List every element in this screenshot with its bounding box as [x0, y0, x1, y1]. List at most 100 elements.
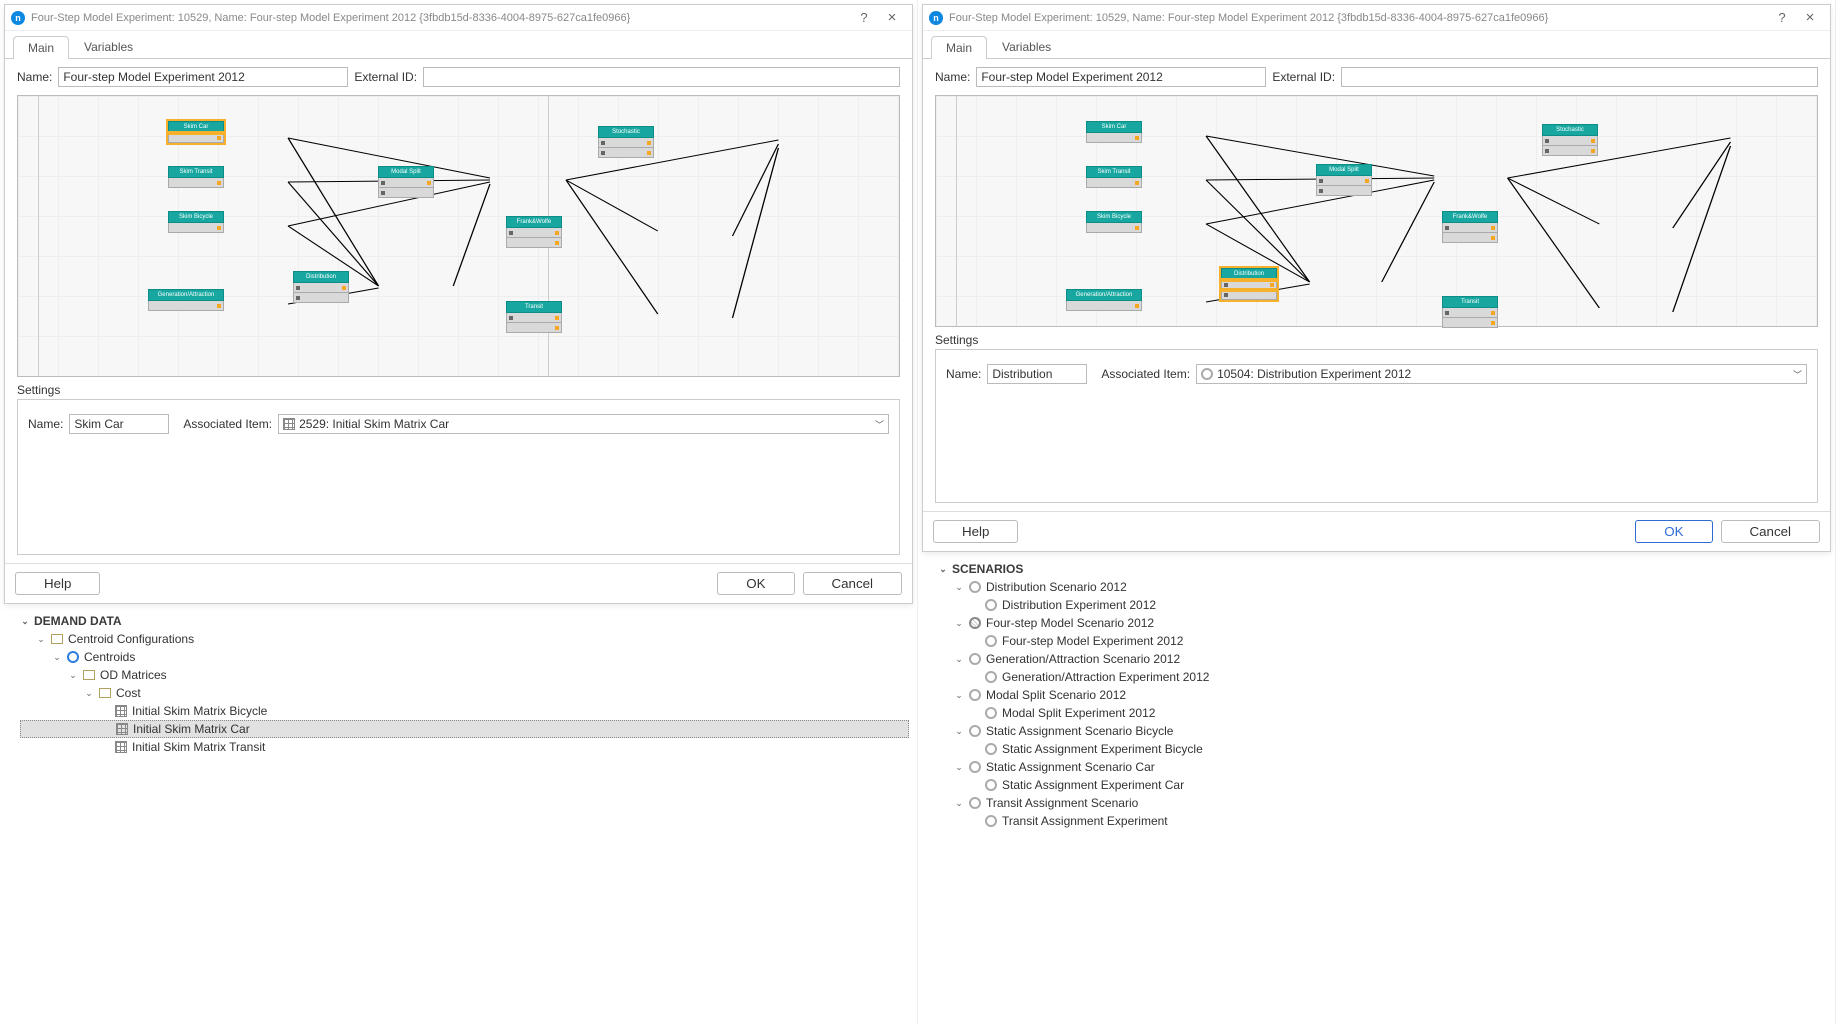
- circle-icon: [969, 689, 981, 701]
- circle-icon: [969, 617, 981, 629]
- circle-icon: [985, 599, 997, 611]
- tree-experiment[interactable]: · Four-step Model Experiment 2012: [938, 632, 1827, 650]
- node-generation[interactable]: Generation/Attraction: [148, 289, 224, 311]
- node-frankwolfe[interactable]: Frank&Wolfe: [1442, 211, 1498, 243]
- tab-variables[interactable]: Variables: [69, 35, 148, 58]
- external-id-label: External ID:: [1272, 70, 1335, 84]
- tree-experiment[interactable]: · Distribution Experiment 2012: [938, 596, 1827, 614]
- node-stochastic[interactable]: Stochastic: [1542, 124, 1598, 156]
- circle-icon: [985, 779, 997, 791]
- tree-experiment[interactable]: · Static Assignment Experiment Car: [938, 776, 1827, 794]
- tree-header-demand-data[interactable]: ⌄ DEMAND DATA: [20, 612, 909, 630]
- folder-icon: [83, 670, 95, 680]
- window-title: Four-Step Model Experiment: 10529, Name:…: [949, 12, 1768, 24]
- titlebar[interactable]: n Four-Step Model Experiment: 10529, Nam…: [923, 5, 1830, 31]
- tab-main[interactable]: Main: [13, 36, 69, 59]
- tree-experiment[interactable]: · Modal Split Experiment 2012: [938, 704, 1827, 722]
- tree-matrix-bicycle[interactable]: · Initial Skim Matrix Bicycle: [20, 702, 909, 720]
- dialog-right: n Four-Step Model Experiment: 10529, Nam…: [922, 4, 1831, 552]
- tree-scenario[interactable]: ⌄ Static Assignment Scenario Bicycle: [938, 722, 1827, 740]
- settings-name-input[interactable]: [987, 364, 1087, 384]
- node-skim-transit[interactable]: Skim Transit: [1086, 166, 1142, 188]
- chevron-down-icon[interactable]: ⌄: [954, 762, 964, 773]
- circle-icon: [969, 653, 981, 665]
- node-transit[interactable]: Transit: [506, 301, 562, 333]
- associated-item-combo[interactable]: 10504: Distribution Experiment 2012 ﹀: [1196, 364, 1807, 384]
- port-skim-out[interactable]: [217, 136, 221, 140]
- tree-scenario[interactable]: ⌄ Distribution Scenario 2012: [938, 578, 1827, 596]
- tree-centroids[interactable]: ⌄ Centroids: [20, 648, 909, 666]
- settings-name-input[interactable]: [69, 414, 169, 434]
- circle-icon: [985, 671, 997, 683]
- node-skim-car[interactable]: Skim Car: [168, 121, 224, 143]
- tree-cost[interactable]: ⌄ Cost: [20, 684, 909, 702]
- help-button[interactable]: Help: [933, 520, 1018, 543]
- tree-scenario[interactable]: ⌄ Transit Assignment Scenario: [938, 794, 1827, 812]
- name-input[interactable]: [58, 67, 348, 87]
- node-generation[interactable]: Generation/Attraction: [1066, 289, 1142, 311]
- ok-button[interactable]: OK: [717, 572, 794, 595]
- settings-name-label: Name:: [946, 367, 981, 381]
- circle-icon: [985, 815, 997, 827]
- titlebar[interactable]: n Four-Step Model Experiment: 10529, Nam…: [5, 5, 912, 31]
- tree-centroid-configurations[interactable]: ⌄ Centroid Configurations: [20, 630, 909, 648]
- chevron-down-icon[interactable]: ⌄: [954, 654, 964, 665]
- node-frankwolfe[interactable]: Frank&Wolfe: [506, 216, 562, 248]
- tree-header-scenarios[interactable]: ⌄ SCENARIOS: [938, 560, 1827, 578]
- node-distribution[interactable]: Distribution: [293, 271, 349, 303]
- tree-scenario[interactable]: ⌄ Generation/Attraction Scenario 2012: [938, 650, 1827, 668]
- tree-experiment[interactable]: · Transit Assignment Experiment: [938, 812, 1827, 830]
- external-id-input[interactable]: [1341, 67, 1818, 87]
- associated-item-label: Associated Item:: [1101, 367, 1190, 381]
- close-icon[interactable]: ×: [878, 9, 906, 26]
- chevron-down-icon[interactable]: ⌄: [954, 798, 964, 809]
- cancel-button[interactable]: Cancel: [803, 572, 903, 595]
- chevron-down-icon[interactable]: ⌄: [954, 582, 964, 593]
- tree-od-matrices[interactable]: ⌄ OD Matrices: [20, 666, 909, 684]
- tree-scenario[interactable]: ⌄ Modal Split Scenario 2012: [938, 686, 1827, 704]
- chevron-down-icon[interactable]: ⌄: [938, 564, 948, 575]
- node-transit[interactable]: Transit: [1442, 296, 1498, 328]
- help-icon[interactable]: ?: [1768, 10, 1796, 25]
- settings-label: Settings: [923, 327, 1830, 349]
- node-stochastic[interactable]: Stochastic: [598, 126, 654, 158]
- node-skim-transit[interactable]: Skim Transit: [168, 166, 224, 188]
- cancel-button[interactable]: Cancel: [1721, 520, 1821, 543]
- folder-icon: [51, 634, 63, 644]
- external-id-input[interactable]: [423, 67, 900, 87]
- node-skim-bicycle[interactable]: Skim Bicycle: [1086, 211, 1142, 233]
- chevron-down-icon[interactable]: ⌄: [954, 618, 964, 629]
- tree-experiment[interactable]: · Generation/Attraction Experiment 2012: [938, 668, 1827, 686]
- tab-variables[interactable]: Variables: [987, 35, 1066, 58]
- ok-button[interactable]: OK: [1635, 520, 1712, 543]
- chevron-down-icon[interactable]: ⌄: [20, 616, 30, 627]
- tree-scenario[interactable]: ⌄ Four-step Model Scenario 2012: [938, 614, 1827, 632]
- tree-matrix-transit[interactable]: · Initial Skim Matrix Transit: [20, 738, 909, 756]
- circle-icon: [969, 797, 981, 809]
- chevron-down-icon[interactable]: ⌄: [954, 726, 964, 737]
- help-button[interactable]: Help: [15, 572, 100, 595]
- node-skim-bicycle[interactable]: Skim Bicycle: [168, 211, 224, 233]
- node-modal-split[interactable]: Modal Split: [378, 166, 434, 198]
- tab-main[interactable]: Main: [931, 36, 987, 59]
- app-icon: n: [929, 11, 943, 25]
- name-input[interactable]: [976, 67, 1266, 87]
- graph-canvas[interactable]: Skim Car Skim Transit Skim Bicycle Gener…: [17, 95, 900, 377]
- associated-item-combo[interactable]: 2529: Initial Skim Matrix Car ﹀: [278, 414, 889, 434]
- graph-wires: [18, 96, 899, 376]
- help-icon[interactable]: ?: [850, 10, 878, 25]
- external-id-label: External ID:: [354, 70, 417, 84]
- node-distribution[interactable]: Distribution: [1221, 268, 1277, 300]
- node-skim-car[interactable]: Skim Car: [1086, 121, 1142, 143]
- matrix-icon: [115, 741, 127, 753]
- tree-scenario[interactable]: ⌄ Static Assignment Scenario Car: [938, 758, 1827, 776]
- close-icon[interactable]: ×: [1796, 9, 1824, 26]
- node-modal-split[interactable]: Modal Split: [1316, 164, 1372, 196]
- graph-canvas[interactable]: Skim Car Skim Transit Skim Bicycle Gener…: [935, 95, 1818, 327]
- circle-icon: [969, 581, 981, 593]
- chevron-down-icon[interactable]: ⌄: [954, 690, 964, 701]
- circle-icon: [985, 743, 997, 755]
- name-label: Name:: [17, 70, 52, 84]
- tree-matrix-car[interactable]: · Initial Skim Matrix Car: [20, 720, 909, 738]
- tree-experiment[interactable]: · Static Assignment Experiment Bicycle: [938, 740, 1827, 758]
